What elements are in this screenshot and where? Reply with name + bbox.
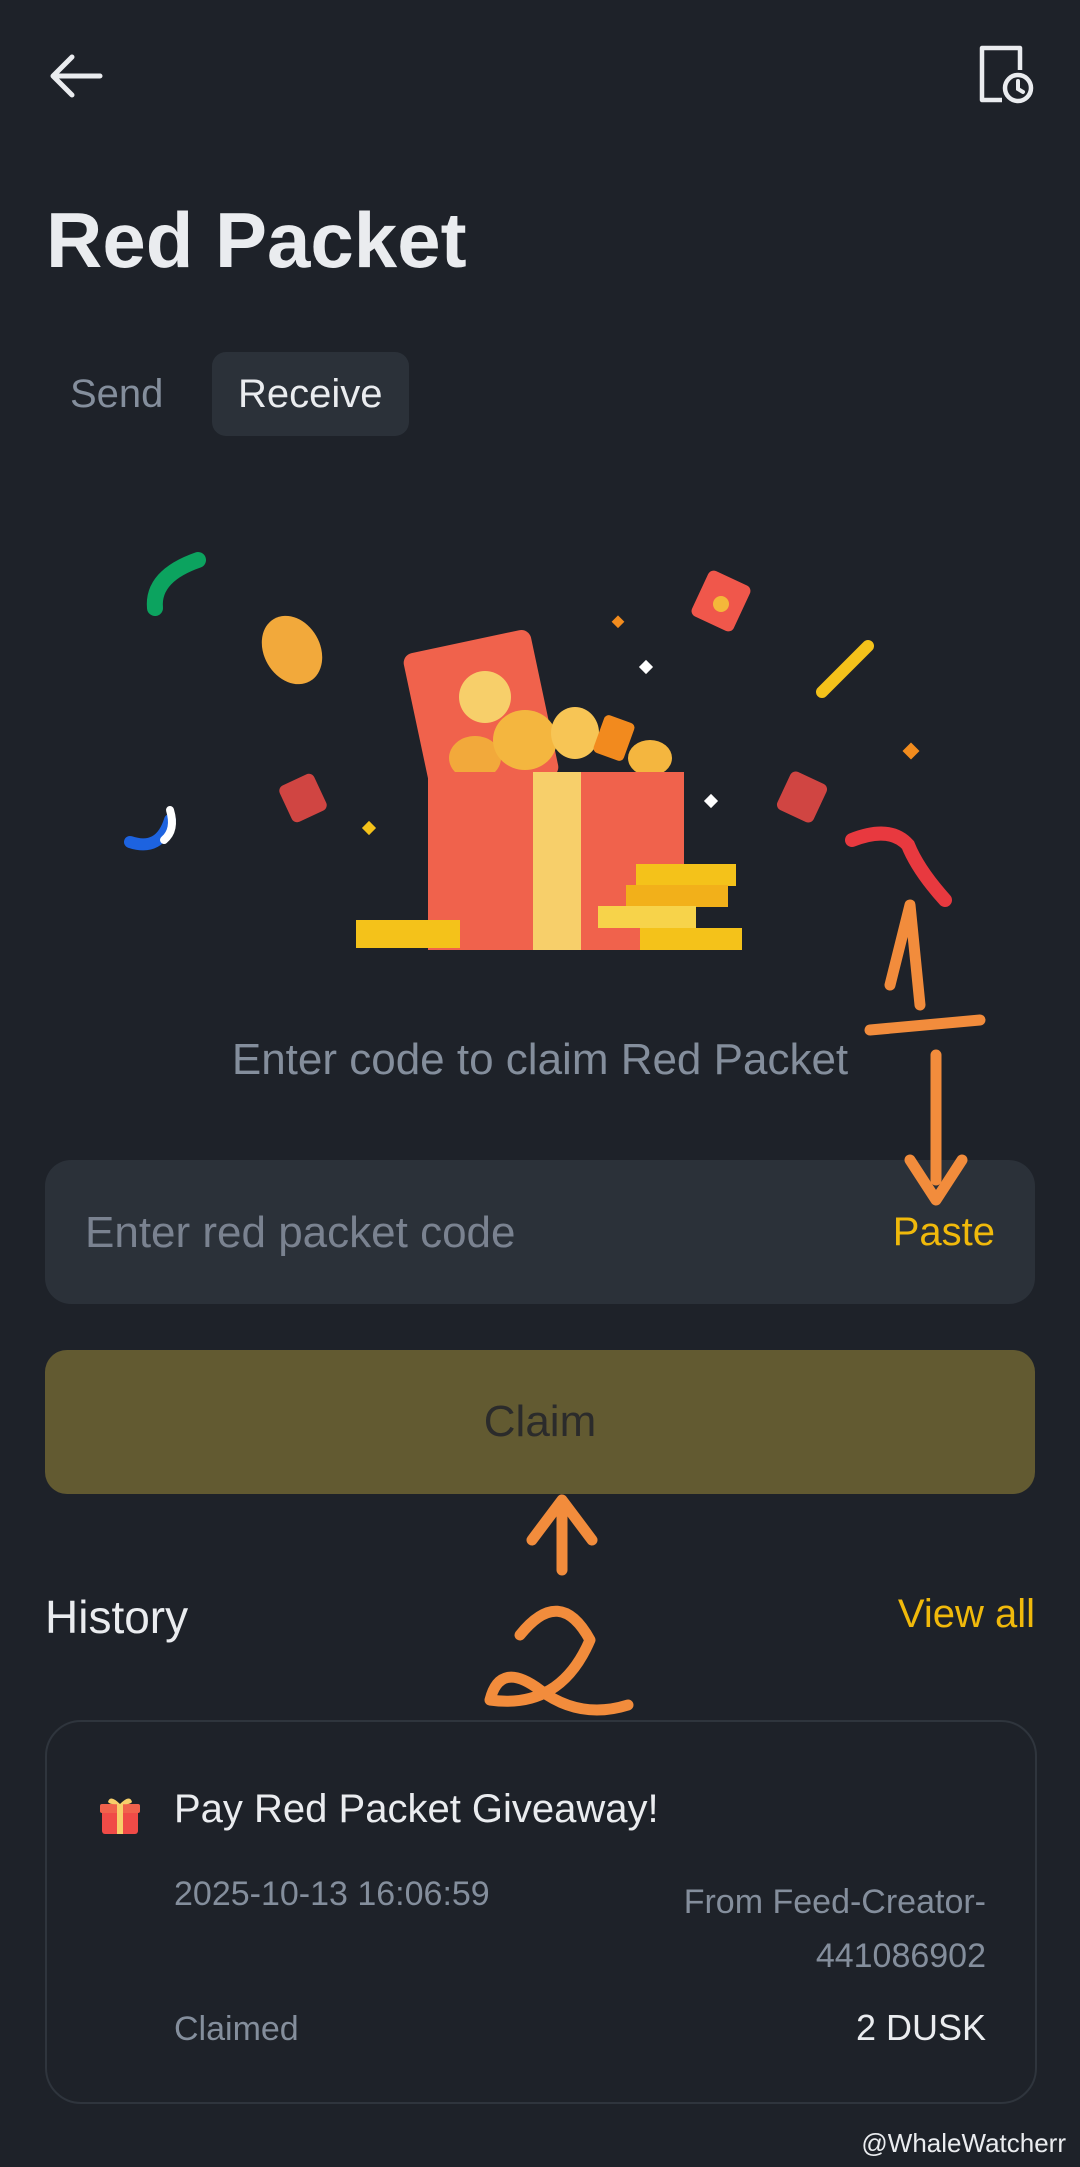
confetti-white-dot <box>638 659 654 675</box>
coin <box>628 740 672 776</box>
claim-button[interactable]: Claim <box>45 1350 1035 1494</box>
history-item-status: Claimed <box>174 2010 299 2048</box>
tab-send[interactable]: Send <box>46 352 187 436</box>
claim-prompt: Enter code to claim Red Packet <box>231 1035 849 1084</box>
coin-stack <box>636 864 736 886</box>
code-field: Paste <box>45 1160 1035 1306</box>
confetti-dot <box>611 615 625 629</box>
mini-red-packet-right <box>776 771 828 823</box>
history-document-clock-icon <box>979 45 1034 104</box>
arrow-left-icon <box>50 54 103 98</box>
page-title: Red Packet <box>46 196 467 284</box>
mini-red-packet-seal <box>713 596 729 612</box>
history-item-amount: 2 DUSK <box>855 2007 986 2048</box>
history-title: History <box>45 1591 189 1643</box>
coin <box>493 710 557 770</box>
paste-button[interactable]: Paste <box>893 1160 995 1304</box>
annotation-arrow-2 <box>526 1494 598 1576</box>
back-button[interactable] <box>40 40 112 112</box>
confetti-green <box>146 552 206 616</box>
gift-icon <box>100 1798 140 1834</box>
gift-ribbon <box>533 772 581 950</box>
annotation-number-2 <box>484 1605 634 1716</box>
confetti-orange <box>902 742 920 760</box>
coin-stack <box>356 920 460 948</box>
confetti-white-dot-2 <box>703 793 719 809</box>
coin-stack <box>626 885 728 907</box>
red-packet-code-input[interactable] <box>83 1160 867 1306</box>
coin <box>551 707 599 759</box>
coin-stack <box>640 928 742 950</box>
envelope-seal <box>459 671 511 723</box>
ribbon-red <box>845 826 952 907</box>
history-item-from: From Feed-Creator-441086902 <box>683 1883 986 1975</box>
tab-receive[interactable]: Receive <box>212 352 409 436</box>
floating-coin <box>261 615 323 685</box>
view-all-link[interactable]: View all <box>898 1592 1035 1637</box>
history-item-title: Pay Red Packet Giveaway! <box>174 1787 659 1831</box>
watermark: @WhaleWatcherr <box>861 2128 1066 2158</box>
history-button[interactable] <box>968 40 1040 112</box>
history-item-datetime: 2025-10-13 16:06:59 <box>174 1875 490 1913</box>
coin-stack <box>598 906 696 928</box>
red-packet-illustration <box>124 552 952 950</box>
confetti-yellow-dot <box>361 820 377 836</box>
confetti-yellow <box>816 640 874 698</box>
mini-red-packet-left <box>279 773 327 823</box>
